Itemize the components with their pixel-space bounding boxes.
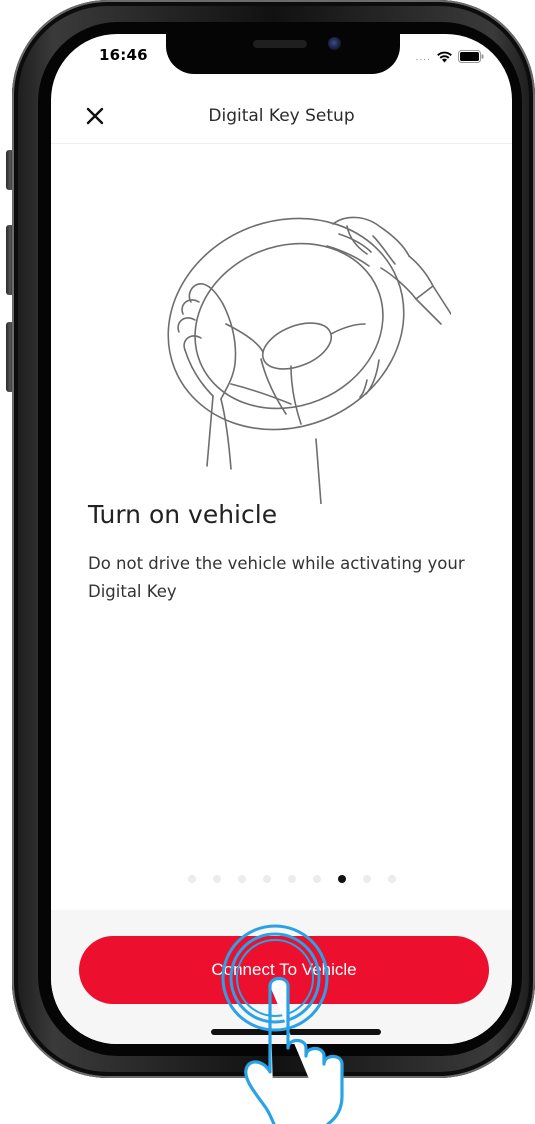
- pointing-hand-icon: [244, 976, 344, 1124]
- battery-icon: [458, 48, 484, 67]
- page-dot-2: [213, 875, 221, 883]
- notch: [166, 34, 400, 74]
- nav-header: Digital Key Setup: [51, 88, 512, 144]
- tap-gesture-indicator: [221, 924, 344, 1124]
- phone-screen: 16:46 .... Digital Key Setup Turn on veh…: [51, 34, 512, 1044]
- page-dot-5: [288, 875, 296, 883]
- signal-dots: ....: [415, 52, 431, 63]
- phone-frame: 16:46 .... Digital Key Setup Turn on veh…: [12, 0, 535, 1078]
- page-dot-9: [388, 875, 396, 883]
- status-icons: ....: [416, 48, 484, 67]
- earpiece-speaker: [253, 40, 307, 48]
- page-dot-4: [263, 875, 271, 883]
- steering-wheel-hands-illustration: [167, 216, 451, 504]
- screenshot-stage: 16:46 .... Digital Key Setup Turn on veh…: [0, 0, 535, 1124]
- step-heading: Turn on vehicle: [88, 500, 278, 529]
- status-time: 16:46: [99, 46, 148, 64]
- page-dot-7-active: [338, 875, 346, 883]
- page-dot-3: [238, 875, 246, 883]
- page-dot-8: [363, 875, 371, 883]
- front-camera: [328, 37, 341, 50]
- page-dot-1: [188, 875, 196, 883]
- wifi-icon: [436, 48, 453, 67]
- page-dot-6: [313, 875, 321, 883]
- page-indicator: [188, 875, 396, 883]
- step-description: Do not drive the vehicle while activatin…: [88, 554, 465, 601]
- page-title: Digital Key Setup: [208, 106, 355, 126]
